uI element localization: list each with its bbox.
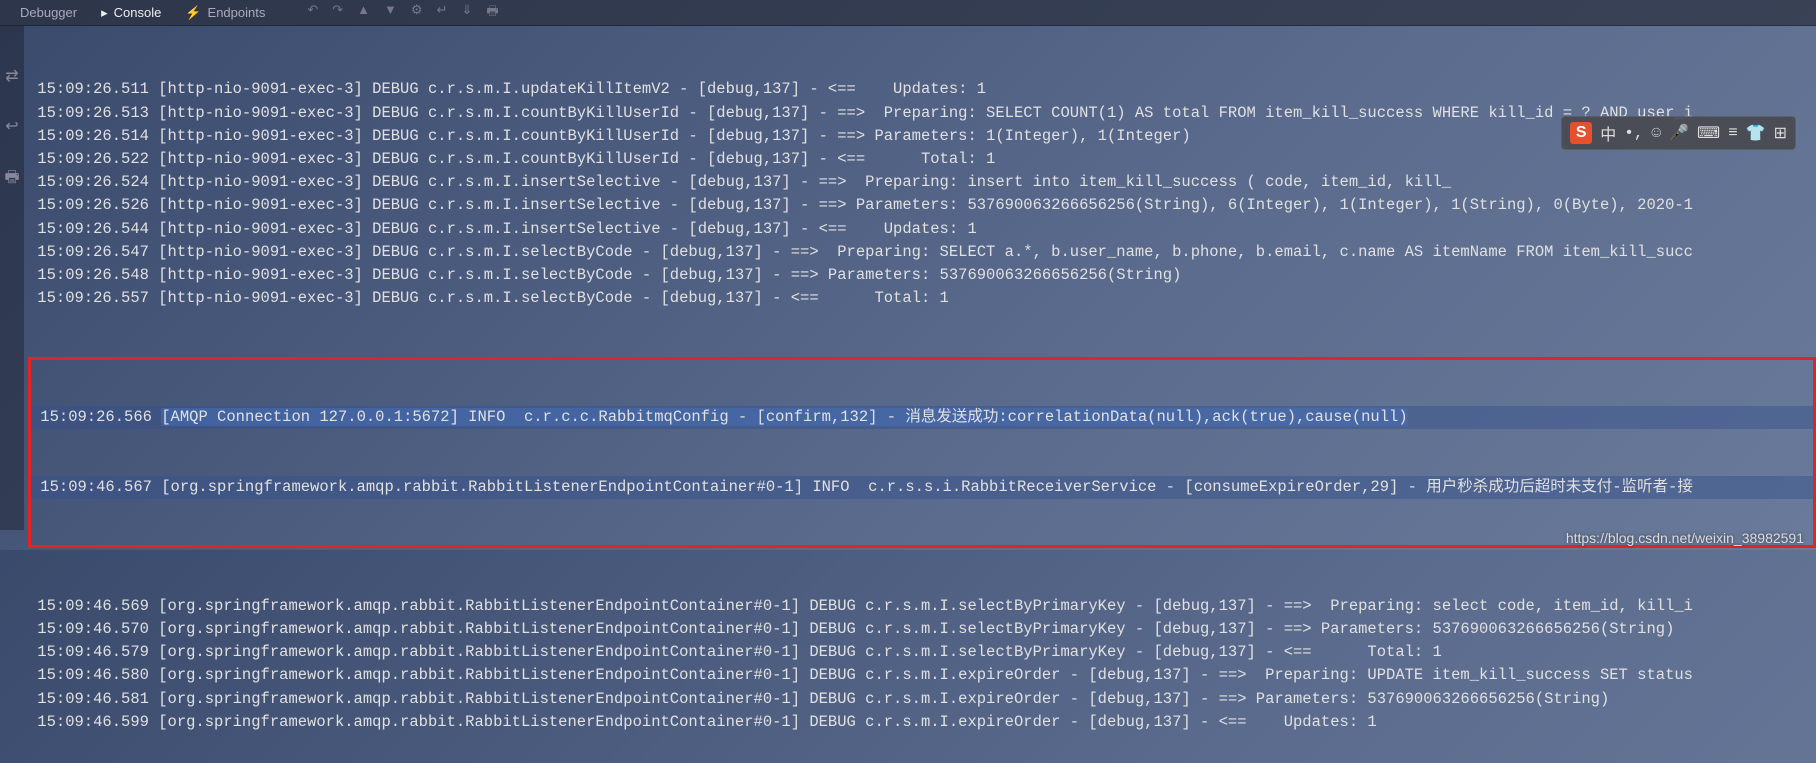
log-line: 15:09:46.581 [org.springframework.amqp.r… <box>28 688 1816 711</box>
scroll-end-icon[interactable]: ⇓ <box>461 2 472 24</box>
next-icon[interactable]: ↷ <box>332 2 343 24</box>
log-line: 15:09:26.547 [http-nio-9091-exec-3] DEBU… <box>28 241 1816 264</box>
toolbar-icons: ↶ ↷ ▲ ▼ ⚙ ↵ ⇓ 🖶 <box>307 2 498 24</box>
down-icon[interactable]: ▼ <box>384 2 397 24</box>
console-output[interactable]: 15:09:26.511 [http-nio-9091-exec-3] DEBU… <box>0 26 1816 763</box>
log-line: 15:09:26.513 [http-nio-9091-exec-3] DEBU… <box>28 102 1816 125</box>
log-line: 15:09:46.599 [org.springframework.amqp.r… <box>28 711 1816 734</box>
output-icon[interactable]: 🖶 <box>4 166 19 193</box>
ime-mic-icon[interactable]: 🎤 <box>1669 123 1689 143</box>
console-icon: ▸ <box>101 5 108 21</box>
ime-punct[interactable]: •, <box>1624 124 1643 142</box>
log-line: 15:09:46.580 [org.springframework.amqp.r… <box>28 664 1816 687</box>
settings-icon[interactable]: ⚙ <box>411 2 423 24</box>
log-line: 15:09:26.511 [http-nio-9091-exec-3] DEBU… <box>28 78 1816 101</box>
wrap-icon[interactable]: ↩ <box>5 116 18 136</box>
log-line: 15:09:26.514 [http-nio-9091-exec-3] DEBU… <box>28 125 1816 148</box>
ime-menu-icon[interactable]: ≡ <box>1728 124 1738 142</box>
highlighted-log-region: 15:09:26.566 [AMQP Connection 127.0.0.1:… <box>28 357 1816 549</box>
soft-wrap-icon[interactable]: ↵ <box>437 2 448 24</box>
log-line: 15:09:46.579 [org.springframework.amqp.r… <box>28 641 1816 664</box>
tab-endpoints[interactable]: ⚡ Endpoints <box>173 5 277 21</box>
ime-logo-icon: S <box>1570 122 1592 144</box>
left-gutter: ⇄ ↩ 🖶 <box>0 26 24 530</box>
log-line: 15:09:26.557 [http-nio-9091-exec-3] DEBU… <box>28 287 1816 310</box>
log-line: 15:09:46.569 [org.springframework.amqp.r… <box>28 595 1816 618</box>
log-line: 15:09:26.524 [http-nio-9091-exec-3] DEBU… <box>28 171 1816 194</box>
ime-emoji-icon[interactable]: ☺ <box>1651 124 1661 142</box>
endpoints-icon: ⚡ <box>185 5 201 21</box>
log-line: 15:09:26.548 [http-nio-9091-exec-3] DEBU… <box>28 264 1816 287</box>
log-line: 15:09:26.544 [http-nio-9091-exec-3] DEBU… <box>28 218 1816 241</box>
log-line: 15:09:46.570 [org.springframework.amqp.r… <box>28 618 1816 641</box>
watermark-text: https://blog.csdn.net/weixin_38982591 <box>1566 530 1804 546</box>
log-line: 15:09:26.526 [http-nio-9091-exec-3] DEBU… <box>28 194 1816 217</box>
prev-icon[interactable]: ↶ <box>307 2 318 24</box>
log-line-highlight-1: 15:09:46.567 [org.springframework.amqp.r… <box>31 476 1813 499</box>
ime-grid-icon[interactable]: ⊞ <box>1774 123 1787 143</box>
ime-toolbar[interactable]: S 中 •, ☺ 🎤 ⌨ ≡ 👕 ⊞ <box>1561 116 1796 150</box>
debugger-tab-bar: Debugger ▸ Console ⚡ Endpoints ↶ ↷ ▲ ▼ ⚙… <box>0 0 1816 26</box>
tab-console[interactable]: ▸ Console <box>89 5 173 21</box>
ime-keyboard-icon[interactable]: ⌨ <box>1697 123 1720 143</box>
tab-debugger[interactable]: Debugger <box>8 5 89 20</box>
log-line: 15:09:26.522 [http-nio-9091-exec-3] DEBU… <box>28 148 1816 171</box>
ime-lang[interactable]: 中 <box>1600 121 1616 145</box>
print-icon[interactable]: 🖶 <box>486 2 498 24</box>
up-icon[interactable]: ▲ <box>357 2 370 24</box>
log-line-highlight-0: 15:09:26.566 [AMQP Connection 127.0.0.1:… <box>31 406 1813 429</box>
filter-icon[interactable]: ⇄ <box>5 66 18 86</box>
ime-skin-icon[interactable]: 👕 <box>1746 123 1766 143</box>
